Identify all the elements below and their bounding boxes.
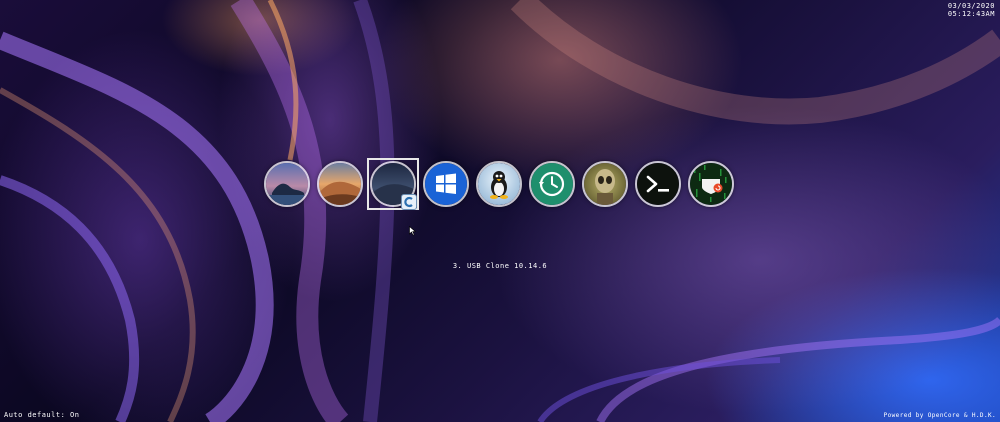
carbon-copy-cloner-badge-icon	[401, 194, 417, 210]
alien-icon	[584, 163, 626, 205]
macos-catalina-icon	[266, 163, 308, 205]
boot-entry-reset-nvram[interactable]	[688, 161, 734, 207]
reset-nvram-icon	[690, 163, 732, 205]
time-machine-icon	[531, 163, 573, 205]
boot-entry-list	[262, 158, 742, 212]
boot-entry-shell[interactable]	[635, 161, 681, 207]
macos-mojave-icon	[319, 163, 361, 205]
auto-default-status: Auto default: On	[4, 411, 80, 419]
boot-entry-macos-catalina[interactable]	[264, 161, 310, 207]
boot-picker-screen: 03/03/2020 05:12:43AM 3. USB Clone 10.14…	[0, 0, 1000, 422]
boot-entry-macos-mojave[interactable]	[317, 161, 363, 207]
clock-date: 03/03/2020	[947, 2, 995, 10]
windows-icon	[425, 163, 467, 205]
boot-entry-linux[interactable]	[476, 161, 522, 207]
boot-entry-windows[interactable]	[423, 161, 469, 207]
selected-entry-label: 3. USB Clone 10.14.6	[452, 262, 548, 270]
boot-entry-time-machine[interactable]	[529, 161, 575, 207]
boot-entry-alien[interactable]	[582, 161, 628, 207]
mouse-pointer-icon	[409, 226, 417, 236]
linux-tux-icon	[478, 163, 520, 205]
clock: 03/03/2020 05:12:43AM	[948, 2, 995, 18]
clock-time: 05:12:43AM	[947, 10, 995, 18]
terminal-shell-icon	[637, 163, 679, 205]
powered-by-label: Powered by OpenCore & H.D.K.	[883, 412, 996, 419]
